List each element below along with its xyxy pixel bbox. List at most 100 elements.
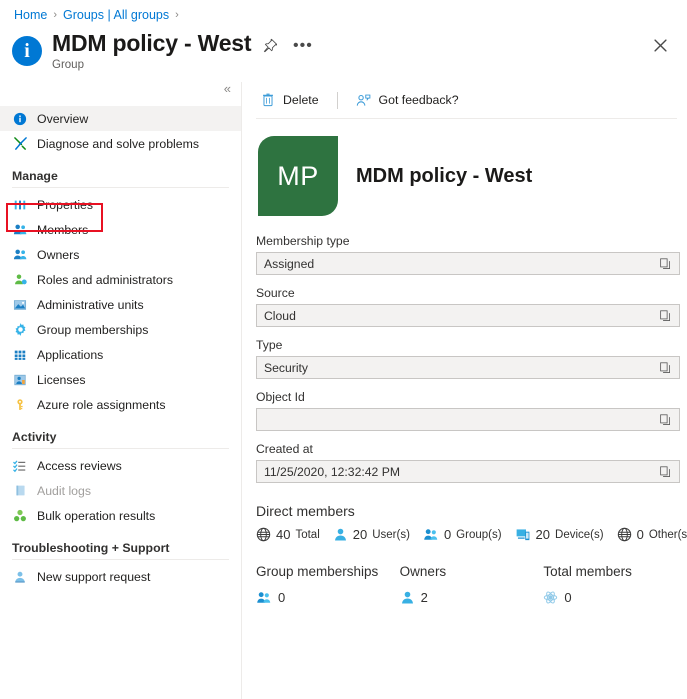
properties-fields: Membership type Assigned Source Cloud Ty…: [256, 234, 680, 483]
sidebar-item-label: Audit logs: [37, 483, 92, 498]
field-type: Type Security: [256, 338, 680, 379]
breadcrumb-item-groups[interactable]: Groups | All groups: [63, 8, 169, 22]
field-label: Created at: [256, 442, 313, 456]
created-at-input[interactable]: 11/25/2020, 12:32:42 PM: [256, 460, 680, 483]
properties-icon: [12, 197, 28, 213]
sidebar-item-administrative-units[interactable]: Administrative units: [0, 292, 241, 317]
sidebar-item-properties[interactable]: Properties: [0, 192, 241, 217]
sidebar-item-label: Bulk operation results: [37, 508, 156, 523]
sidebar-item-azure-role-assignments[interactable]: Azure role assignments: [0, 392, 241, 417]
field-created-at: Created at 11/25/2020, 12:32:42 PM: [256, 442, 680, 483]
pin-icon[interactable]: [262, 38, 277, 53]
user-icon: [333, 527, 348, 542]
sidebar-item-label: Access reviews: [37, 458, 122, 473]
breadcrumb-separator-icon-2: ›: [175, 9, 179, 21]
main-content: Delete Got feedback? MP MDM policy - Wes…: [242, 82, 687, 699]
direct-members-title: Direct members: [256, 503, 355, 519]
field-label: Source: [256, 286, 295, 300]
more-options-icon[interactable]: •••: [293, 38, 313, 53]
copy-icon[interactable]: [659, 413, 672, 426]
sidebar-item-members[interactable]: Members: [0, 217, 241, 242]
card-title: Group memberships: [256, 564, 379, 579]
sidebar-item-audit-logs: Audit logs: [0, 478, 241, 503]
card-title: Owners: [399, 564, 447, 579]
title-actions: •••: [262, 38, 313, 53]
sidebar-item-label: Overview: [37, 111, 89, 126]
group-header: MP MDM policy - West: [258, 136, 687, 216]
stat-label: Other(s): [648, 528, 687, 541]
azure-group-properties-blade: Home › Groups | All groups › i MDM polic…: [0, 0, 687, 699]
stat-others: 0 Other(s): [617, 527, 687, 542]
stat-label: User(s): [372, 528, 410, 541]
sidebar-group-title-troubleshooting: Troubleshooting + Support: [12, 541, 170, 555]
card-value-row[interactable]: 0: [543, 590, 687, 605]
membership-type-input[interactable]: Assigned: [256, 252, 680, 275]
sidebar-item-label: Owners: [37, 247, 80, 262]
chevron-double-left-icon[interactable]: «: [224, 82, 231, 95]
apps-grid-icon: [12, 347, 28, 363]
object-id-input[interactable]: [256, 408, 680, 431]
sidebar-item-label: Group memberships: [37, 322, 149, 337]
clover-icon: [12, 508, 28, 524]
stat-groups: 0 Group(s): [423, 527, 502, 542]
sidebar-item-diagnose-and-solve-problems[interactable]: Diagnose and solve problems: [0, 131, 241, 156]
trash-icon: [260, 92, 276, 108]
stat-count: 20: [535, 527, 551, 542]
wrench-icon: [12, 136, 28, 152]
sidebar-item-label: Diagnose and solve problems: [37, 136, 200, 151]
feedback-person-icon: [356, 92, 372, 108]
sidebar-item-bulk-operation-results[interactable]: Bulk operation results: [0, 503, 241, 528]
field-value: Security: [264, 360, 309, 375]
sidebar-item-owners[interactable]: Owners: [0, 242, 241, 267]
breadcrumb: Home › Groups | All groups ›: [14, 8, 179, 22]
sidebar-item-label: Properties: [37, 197, 94, 212]
field-object-id: Object Id: [256, 390, 680, 431]
got-feedback-button[interactable]: Got feedback?: [352, 90, 463, 110]
card-group-memberships: Group memberships 0: [256, 564, 400, 605]
stat-count: 0: [443, 527, 452, 542]
sidebar-divider: [12, 448, 229, 449]
feedback-label: Got feedback?: [378, 93, 459, 107]
card-title: Total members: [543, 564, 632, 579]
support-person-icon: [12, 569, 28, 585]
direct-members-stats: 40 Total 20 User(s) 0 Group(s) 20 Device…: [256, 527, 687, 542]
sidebar-item-licenses[interactable]: Licenses: [0, 367, 241, 392]
card-value-row[interactable]: 2: [400, 590, 544, 605]
avatar: MP: [258, 136, 338, 216]
card-total-members: Total members 0: [543, 564, 687, 605]
stat-label: Total: [295, 528, 320, 541]
sidebar-item-new-support-request[interactable]: New support request: [0, 564, 241, 589]
command-bar-divider: [256, 118, 677, 119]
card-value: 2: [420, 590, 428, 605]
stat-count: 0: [636, 527, 644, 542]
copy-icon[interactable]: [659, 309, 672, 322]
card-value-row[interactable]: 0: [256, 590, 400, 605]
type-input[interactable]: Security: [256, 356, 680, 379]
sidebar-item-label: Roles and administrators: [37, 272, 174, 287]
stat-devices: 20 Device(s): [515, 527, 604, 542]
delete-button[interactable]: Delete: [256, 90, 323, 110]
source-input[interactable]: Cloud: [256, 304, 680, 327]
globe-icon: [617, 527, 632, 542]
sidebar-item-overview[interactable]: Overview: [0, 106, 241, 131]
copy-icon[interactable]: [659, 465, 672, 478]
page-title: MDM policy - West: [52, 30, 252, 56]
sidebar-divider: [12, 559, 229, 560]
sidebar-item-applications[interactable]: Applications: [0, 342, 241, 367]
sidebar-item-label: Licenses: [37, 372, 86, 387]
stat-count: 40: [276, 527, 291, 542]
close-icon[interactable]: [649, 34, 671, 56]
device-icon: [515, 527, 531, 542]
sidebar-item-label: Members: [37, 222, 89, 237]
sidebar-item-roles-and-administrators[interactable]: Roles and administrators: [0, 267, 241, 292]
license-icon: [12, 372, 28, 388]
breadcrumb-item-home[interactable]: Home: [14, 8, 47, 22]
owners-icon: [12, 247, 28, 263]
info-icon: [12, 111, 28, 127]
sidebar-item-group-memberships[interactable]: Group memberships: [0, 317, 241, 342]
copy-icon[interactable]: [659, 257, 672, 270]
key-icon: [12, 397, 28, 413]
summary-cards: Group memberships 0 Owners 2 Total membe…: [256, 564, 687, 605]
sidebar-item-access-reviews[interactable]: Access reviews: [0, 453, 241, 478]
copy-icon[interactable]: [659, 361, 672, 374]
